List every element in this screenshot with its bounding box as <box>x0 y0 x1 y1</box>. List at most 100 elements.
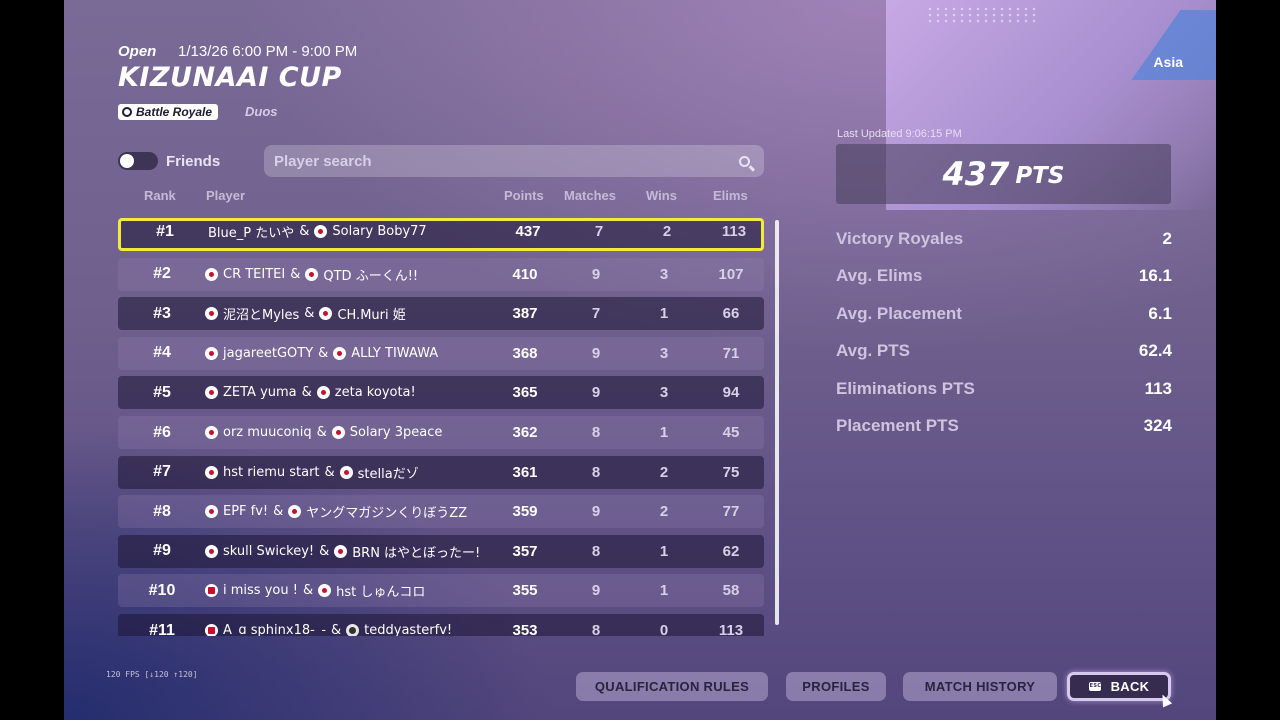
player-cell: i miss you ! & hst しゅんコロ <box>205 574 425 607</box>
profiles-button[interactable]: PROFILES <box>786 672 886 701</box>
leaderboard-list[interactable]: #1 Blue_P たいや & Solary Boby77 437 7 2 113 #2 CR T… <box>118 218 764 636</box>
player-one-name: jagareetGOTY <box>223 345 314 361</box>
points-cell: 359 <box>512 503 538 521</box>
points-cell: 353 <box>512 622 538 636</box>
player-cell: ZETA yuma & zeta koyota! <box>205 376 416 409</box>
rank-cell: #9 <box>153 542 171 560</box>
back-button-label: BACK <box>1110 679 1150 694</box>
wins-cell: 0 <box>659 622 669 636</box>
decorative-dots <box>926 6 1036 24</box>
ca-flag-icon <box>205 584 218 598</box>
stat-row: Avg. PTS 62.4 <box>836 341 1172 361</box>
friends-filter[interactable]: Friends <box>118 152 220 170</box>
column-header-player: Player <box>206 188 246 203</box>
stat-value: 113 <box>1144 378 1172 398</box>
match-history-button[interactable]: MATCH HISTORY <box>903 672 1057 701</box>
matches-cell: 8 <box>591 622 601 636</box>
search-icon[interactable] <box>739 155 750 167</box>
leaderboard-row[interactable]: #7 hst riemu start & stellaだゾ 361 8 2 75 <box>118 455 764 489</box>
elims-cell: 94 <box>722 384 740 402</box>
qualification-rules-button[interactable]: QUALIFICATION RULES <box>576 672 768 701</box>
player-search-input[interactable]: Player search <box>264 145 764 177</box>
player-one-name: ZETA yuma <box>223 385 297 401</box>
matches-cell: 7 <box>591 305 601 323</box>
search-placeholder: Player search <box>274 152 372 170</box>
stat-label: Placement PTS <box>836 416 959 435</box>
elims-cell: 107 <box>718 265 744 283</box>
ca-flag-icon <box>205 624 218 636</box>
leaderboard-row[interactable]: #1 Blue_P たいや & Solary Boby77 437 7 2 113 <box>118 218 764 251</box>
wins-cell: 2 <box>659 503 669 521</box>
matches-cell: 8 <box>591 424 601 441</box>
jp-flag-icon <box>319 307 333 321</box>
player-separator: & <box>331 623 342 636</box>
stat-value: 2 <box>1162 229 1172 248</box>
elims-cell: 66 <box>722 305 740 323</box>
tournament-screen: Asia Open 1/13/26 6:00 PM - 9:00 PM KIZU… <box>64 0 1216 720</box>
elims-cell: 45 <box>722 424 740 441</box>
column-header-rank: Rank <box>144 188 176 203</box>
battle-royale-icon <box>122 107 132 117</box>
player-two-name: zeta koyota! <box>334 385 416 401</box>
stat-row: Avg. Placement 6.1 <box>836 304 1172 324</box>
leaderboard-row[interactable]: #8 EPF fv! & ヤングマガジンくりぼうZZ 359 9 2 77 <box>118 495 764 529</box>
leaderboard-row[interactable]: #2 CR TEITEI & QTD ふーくん!! 410 9 3 107 <box>118 257 764 291</box>
player-cell: skull Swickey! & BRN はやとぼったー! <box>205 535 480 568</box>
leaderboard-row[interactable]: #5 ZETA yuma & zeta koyota! 365 9 3 94 <box>118 376 764 410</box>
jp-flag-icon <box>205 386 218 400</box>
matches-cell: 7 <box>594 223 604 240</box>
rank-cell: #7 <box>153 463 171 481</box>
jp-flag-icon <box>205 267 218 281</box>
jp-flag-icon <box>318 584 332 598</box>
friends-toggle[interactable] <box>118 152 158 170</box>
leaderboard-row[interactable]: #6 orz muuconiq & Solary 3peace 362 8 1 45 <box>118 416 764 449</box>
stat-row: Placement PTS 324 <box>836 416 1172 436</box>
rank-cell: #11 <box>149 621 175 637</box>
leaderboard-row[interactable]: #3 泥沼とMyles & CH.Muri 姫 387 7 1 66 <box>118 297 764 331</box>
player-two-name: stellaだゾ <box>357 466 419 482</box>
player-separator: & <box>301 385 312 401</box>
wins-cell: 1 <box>659 542 669 560</box>
jp-flag-icon <box>339 465 353 479</box>
globe-flag-icon <box>346 624 360 636</box>
stat-label: Avg. Placement <box>836 303 962 323</box>
event-status: Open <box>118 43 157 60</box>
elims-cell: 62 <box>722 542 740 560</box>
player-separator: & <box>302 583 314 599</box>
wins-cell: 3 <box>659 384 669 402</box>
leaderboard-row[interactable]: #9 skull Swickey! & BRN はやとぼったー! 357 8 1 62 <box>118 534 764 568</box>
wins-cell: 3 <box>659 265 669 283</box>
points-cell: 361 <box>512 463 538 481</box>
points-cell: 365 <box>512 384 538 402</box>
jp-flag-icon <box>333 346 347 360</box>
matches-cell: 8 <box>591 542 601 560</box>
leaderboard-row[interactable]: #11 A_ɑ sphinx18-_- & teddyasterfv! 353 8 0 113 <box>118 614 764 636</box>
jp-flag-icon <box>316 386 330 400</box>
stat-value: 324 <box>1143 416 1172 435</box>
points-cell: 368 <box>512 344 538 362</box>
back-button[interactable]: BACK <box>1067 672 1171 701</box>
wins-cell: 1 <box>659 305 669 323</box>
elims-cell: 75 <box>722 463 740 481</box>
player-cell: 泥沼とMyles & CH.Muri 姫 <box>205 297 406 330</box>
rank-cell: #2 <box>153 265 171 283</box>
player-one-name: skull Swickey! <box>223 543 315 559</box>
player-cell: jagareetGOTY & ALLY TIWAWA <box>205 337 438 370</box>
rank-cell: #6 <box>153 423 171 441</box>
player-two-name: teddyasterfv! <box>364 623 453 636</box>
stat-row: Eliminations PTS 113 <box>836 379 1172 399</box>
column-header-points: Points <box>504 188 544 203</box>
points-cell: 387 <box>512 305 538 323</box>
player-cell: Blue_P たいや & Solary Boby77 <box>208 218 427 245</box>
player-one-name: EPF fv! <box>223 504 269 520</box>
event-title: KIZUNAAI CUP <box>118 62 342 93</box>
player-separator: & <box>290 266 301 282</box>
leaderboard-scrollbar[interactable] <box>775 220 779 625</box>
leaderboard-row[interactable]: #10 i miss you ! & hst しゅんコロ 355 9 1 58 <box>118 574 764 608</box>
leaderboard-row[interactable]: #4 jagareetGOTY & ALLY TIWAWA 368 9 3 71 <box>118 336 764 370</box>
wins-cell: 1 <box>659 582 669 600</box>
rank-cell: #3 <box>153 304 171 322</box>
player-separator: & <box>304 306 315 322</box>
player-two-name: Solary 3peace <box>349 425 443 440</box>
event-time-range: 1/13/26 6:00 PM - 9:00 PM <box>178 43 358 60</box>
